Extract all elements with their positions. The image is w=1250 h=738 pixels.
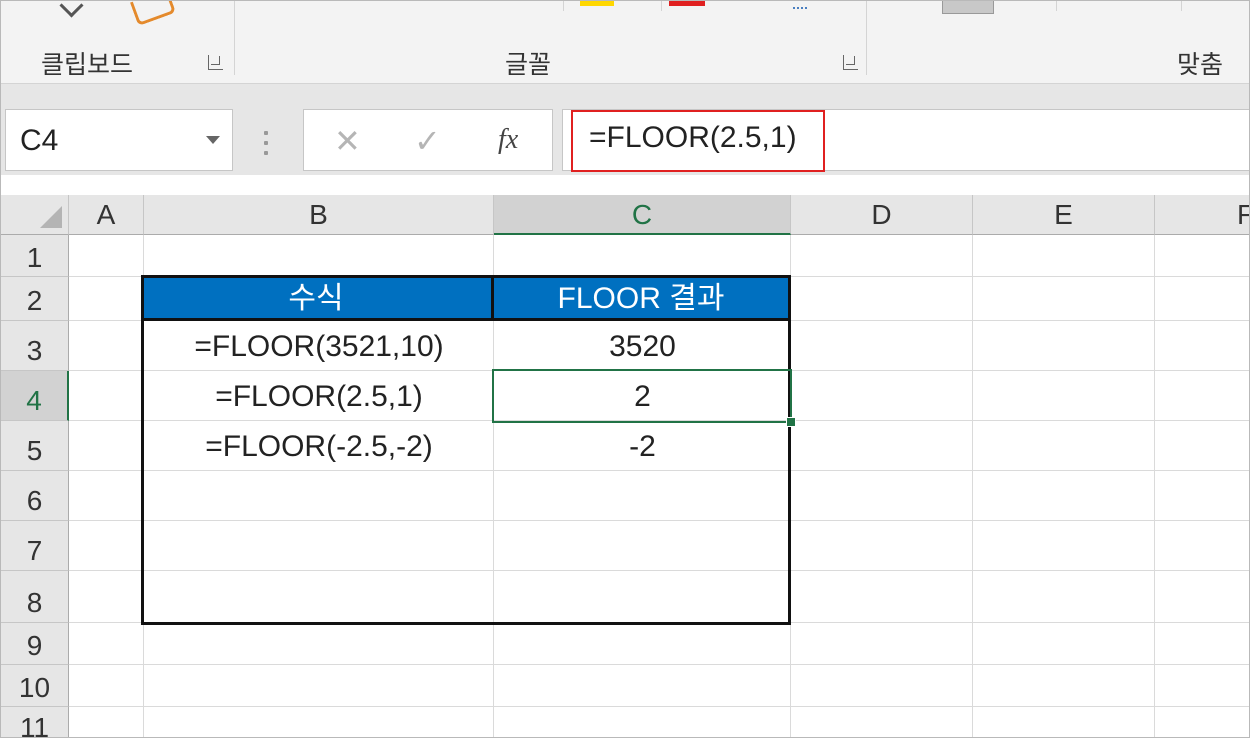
gridline [69,664,1249,665]
row-header-9[interactable]: 9 [1,623,69,665]
font-launcher-icon[interactable] [843,55,858,70]
row-header-3[interactable]: 3 [1,321,69,371]
row-header-8[interactable]: 8 [1,571,69,623]
chevron-down-icon[interactable] [206,136,220,144]
row-header-7[interactable]: 7 [1,521,69,571]
ribbon-separator [1056,1,1057,11]
row-header-11[interactable]: 11 [1,707,69,737]
column-header-c[interactable]: C [494,195,791,235]
column-header-e[interactable]: E [973,195,1155,235]
border-icon[interactable] [793,1,807,9]
row-header-5[interactable]: 5 [1,421,69,471]
cancel-icon[interactable]: ✕ [334,122,361,160]
gridline [69,706,1249,707]
cell-b3[interactable]: =FLOOR(3521,10) [144,322,494,372]
row-header-1[interactable]: 1 [1,235,69,277]
column-header-a[interactable]: A [69,195,144,235]
ribbon-group-separator [866,1,867,75]
font-color-icon[interactable] [669,1,705,6]
resize-grip-icon[interactable] [263,127,269,157]
ribbon-group-separator [234,1,235,75]
excel-window: 클립보드 글꼴 맞춤 C4 ✕ ✓ fx =FLOOR(2.5,1) A B C… [0,0,1250,738]
active-cell-border [492,369,792,423]
name-box[interactable]: C4 [5,109,233,171]
column-header-d[interactable]: D [791,195,973,235]
align-icon[interactable] [942,1,994,14]
clipboard-launcher-icon[interactable] [208,55,223,70]
gridline [972,235,973,737]
ribbon: 클립보드 글꼴 맞춤 [1,1,1249,83]
format-painter-icon[interactable] [129,1,177,27]
column-header-f[interactable]: F [1155,195,1249,235]
gridline [1154,235,1155,737]
font-group-label: 글꼴 [505,50,552,79]
ribbon-separator [661,1,662,11]
ribbon-bottom-strip [1,83,1249,108]
name-box-value: C4 [20,124,59,157]
cell-b5[interactable]: =FLOOR(-2.5,-2) [144,422,494,472]
row-header-6[interactable]: 6 [1,471,69,521]
insert-function-icon[interactable]: fx [498,124,518,156]
alignment-group-label: 맞춤 [1177,50,1224,79]
highlight-color-icon[interactable] [580,1,614,6]
ribbon-separator [1181,1,1182,11]
cell-c3[interactable]: 3520 [494,322,791,372]
row-header-10[interactable]: 10 [1,665,69,707]
ribbon-separator [563,1,564,11]
row-header-4[interactable]: 4 [1,371,69,421]
column-header-b[interactable]: B [144,195,494,235]
formula-highlight-box [571,110,825,172]
row-header-2[interactable]: 2 [1,277,69,321]
select-all-button[interactable] [1,195,69,235]
cell-c5[interactable]: -2 [494,422,791,472]
fill-handle[interactable] [786,417,796,427]
formula-buttons: ✕ ✓ fx [303,109,553,171]
enter-check-icon[interactable]: ✓ [414,122,441,160]
paste-icon[interactable] [59,1,84,18]
cell-b4[interactable]: =FLOOR(2.5,1) [144,372,494,422]
clipboard-group-label: 클립보드 [41,50,134,79]
